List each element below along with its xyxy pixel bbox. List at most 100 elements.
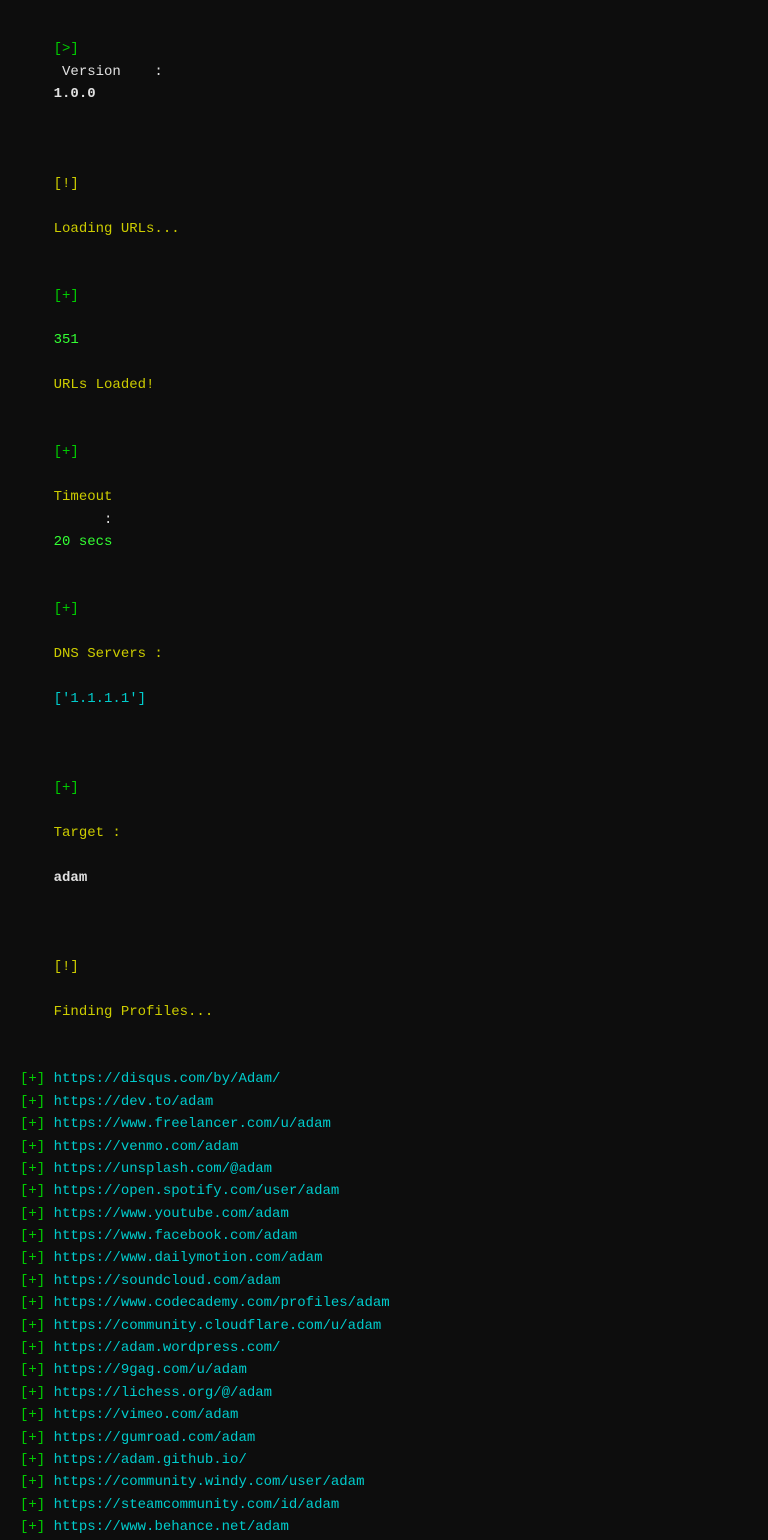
target-label: Target : — [54, 825, 121, 841]
url-bracket: [+] — [20, 1452, 45, 1468]
urls-bracket: [+] — [54, 288, 79, 304]
url-text[interactable]: https://venmo.com/adam — [54, 1139, 239, 1155]
url-space — [45, 1519, 53, 1535]
url-line: [+] https://unsplash.com/@adam — [20, 1158, 748, 1180]
url-text[interactable]: https://gumroad.com/adam — [54, 1430, 256, 1446]
url-text[interactable]: https://adam.github.io/ — [54, 1452, 247, 1468]
url-text[interactable]: https://vimeo.com/adam — [54, 1407, 239, 1423]
terminal-output: [>] Version : 1.0.0 [!] Loading URLs... … — [20, 16, 748, 1540]
url-bracket: [+] — [20, 1474, 45, 1490]
url-text[interactable]: https://steamcommunity.com/id/adam — [54, 1497, 340, 1513]
timeout-label — [54, 467, 62, 483]
url-space — [45, 1362, 53, 1378]
url-bracket: [+] — [20, 1183, 45, 1199]
timeout-word: Timeout — [54, 489, 113, 505]
url-bracket: [+] — [20, 1318, 45, 1334]
url-space — [45, 1116, 53, 1132]
url-space — [45, 1094, 53, 1110]
url-text[interactable]: https://www.behance.net/adam — [54, 1519, 289, 1535]
urls-text — [54, 355, 62, 371]
dns-bracket: [+] — [54, 601, 79, 617]
timeout-bracket: [+] — [54, 444, 79, 460]
url-bracket: [+] — [20, 1407, 45, 1423]
url-bracket: [+] — [20, 1071, 45, 1087]
finding-text: Finding Profiles... — [54, 1004, 214, 1020]
url-line: [+] https://gumroad.com/adam — [20, 1427, 748, 1449]
url-space — [45, 1250, 53, 1266]
url-line: [+] https://www.freelancer.com/u/adam — [20, 1113, 748, 1135]
url-text[interactable]: https://www.codecademy.com/profiles/adam — [54, 1295, 390, 1311]
finding-space — [54, 982, 62, 998]
url-line: [+] https://venmo.com/adam — [20, 1136, 748, 1158]
dns-space2 — [54, 668, 62, 684]
url-bracket: [+] — [20, 1385, 45, 1401]
url-line: [+] https://steamcommunity.com/groups/ad… — [20, 1539, 748, 1540]
url-space — [45, 1318, 53, 1334]
url-line: [+] https://adam.wordpress.com/ — [20, 1337, 748, 1359]
url-line: [+] https://www.codecademy.com/profiles/… — [20, 1292, 748, 1314]
url-line: [+] https://steamcommunity.com/id/adam — [20, 1494, 748, 1516]
version-bracket: [>] — [54, 41, 79, 57]
url-bracket: [+] — [20, 1094, 45, 1110]
url-bracket: [+] — [20, 1228, 45, 1244]
url-space — [45, 1407, 53, 1423]
url-space — [45, 1385, 53, 1401]
url-bracket: [+] — [20, 1206, 45, 1222]
dns-space — [54, 624, 62, 640]
url-line: [+] https://adam.github.io/ — [20, 1449, 748, 1471]
url-line: [+] https://lichess.org/@/adam — [20, 1382, 748, 1404]
url-line: [+] https://disqus.com/by/Adam/ — [20, 1068, 748, 1090]
url-text[interactable]: https://community.cloudflare.com/u/adam — [54, 1318, 382, 1334]
target-space2 — [54, 847, 62, 863]
url-list: [+] https://disqus.com/by/Adam/[+] https… — [20, 1068, 748, 1540]
url-space — [45, 1273, 53, 1289]
url-text[interactable]: https://open.spotify.com/user/adam — [54, 1183, 340, 1199]
url-bracket: [+] — [20, 1340, 45, 1356]
url-line: [+] https://9gag.com/u/adam — [20, 1359, 748, 1381]
url-text[interactable]: https://disqus.com/by/Adam/ — [54, 1071, 281, 1087]
url-line: [+] https://www.dailymotion.com/adam — [20, 1247, 748, 1269]
url-space — [45, 1071, 53, 1087]
url-bracket: [+] — [20, 1362, 45, 1378]
url-text[interactable]: https://www.facebook.com/adam — [54, 1228, 298, 1244]
url-text[interactable]: https://www.youtube.com/adam — [54, 1206, 289, 1222]
url-text[interactable]: https://9gag.com/u/adam — [54, 1362, 247, 1378]
url-text[interactable]: https://www.dailymotion.com/adam — [54, 1250, 323, 1266]
url-text[interactable]: https://lichess.org/@/adam — [54, 1385, 272, 1401]
dns-label: DNS Servers : — [54, 646, 163, 662]
version-label: Version : — [54, 64, 172, 80]
target-space — [54, 803, 62, 819]
target-value: adam — [54, 870, 88, 886]
url-line: [+] https://community.cloudflare.com/u/a… — [20, 1315, 748, 1337]
timeout-colon: : — [54, 512, 121, 528]
url-line: [+] https://www.youtube.com/adam — [20, 1203, 748, 1225]
url-line: [+] https://www.behance.net/adam — [20, 1516, 748, 1538]
urls-space — [54, 310, 62, 326]
url-text[interactable]: https://adam.wordpress.com/ — [54, 1340, 281, 1356]
url-bracket: [+] — [20, 1295, 45, 1311]
version-value: 1.0.0 — [54, 86, 96, 102]
url-text[interactable]: https://unsplash.com/@adam — [54, 1161, 272, 1177]
url-line: [+] https://vimeo.com/adam — [20, 1404, 748, 1426]
urls-loaded-line: [+] 351 URLs Loaded! — [20, 262, 748, 419]
dns-value: ['1.1.1.1'] — [54, 691, 146, 707]
target-line: [+] Target : adam — [20, 755, 748, 912]
url-bracket: [+] — [20, 1519, 45, 1535]
url-space — [45, 1228, 53, 1244]
url-bracket: [+] — [20, 1161, 45, 1177]
url-text[interactable]: https://dev.to/adam — [54, 1094, 214, 1110]
loading-text — [54, 198, 62, 214]
url-line: [+] https://open.spotify.com/user/adam — [20, 1180, 748, 1202]
dns-line: [+] DNS Servers : ['1.1.1.1'] — [20, 576, 748, 733]
loading-line: [!] Loading URLs... — [20, 150, 748, 262]
url-text[interactable]: https://soundcloud.com/adam — [54, 1273, 281, 1289]
timeout-line: [+] Timeout : 20 secs — [20, 419, 748, 576]
url-space — [45, 1139, 53, 1155]
url-bracket: [+] — [20, 1497, 45, 1513]
version-line: [>] Version : 1.0.0 — [20, 16, 748, 128]
url-space — [45, 1161, 53, 1177]
url-text[interactable]: https://www.freelancer.com/u/adam — [54, 1116, 331, 1132]
url-space — [45, 1183, 53, 1199]
url-space — [45, 1474, 53, 1490]
url-text[interactable]: https://community.windy.com/user/adam — [54, 1474, 365, 1490]
